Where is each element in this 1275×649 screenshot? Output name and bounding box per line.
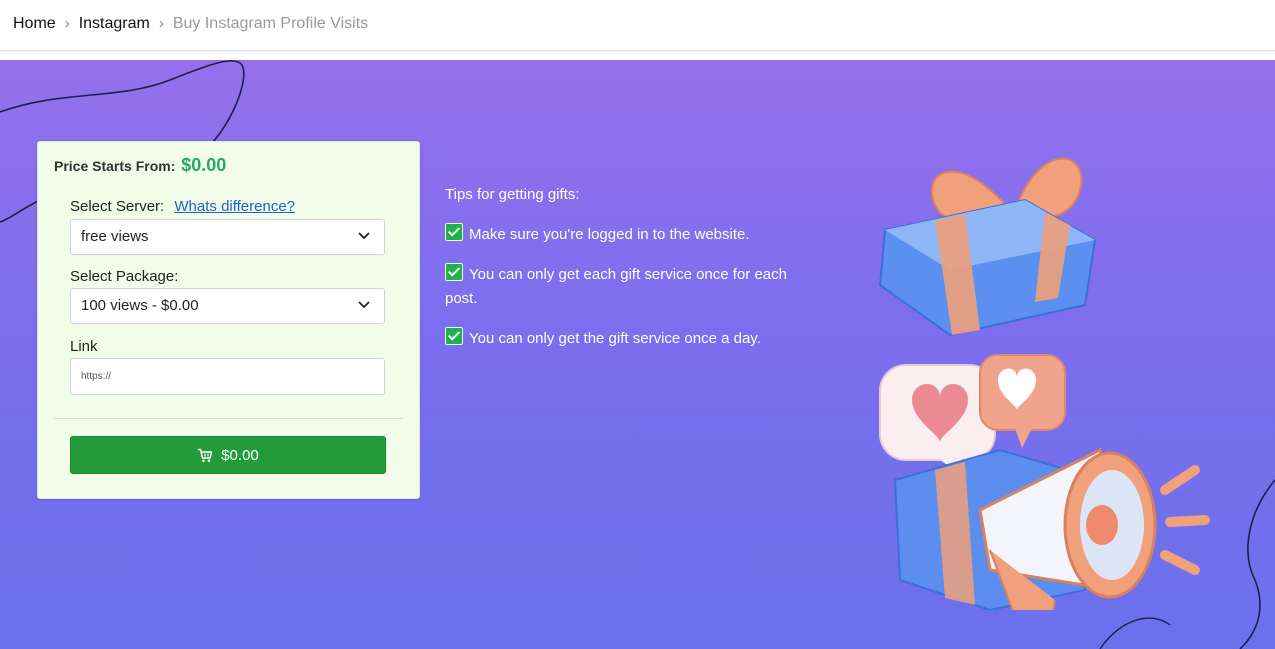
server-select-value: free views [81, 228, 149, 245]
hero-section: Price Starts From: $0.00 Select Server: … [0, 60, 1275, 649]
tip-text: Make sure you're logged in to the websit… [469, 226, 750, 243]
tips-panel: Tips for getting gifts: Make sure you're… [445, 183, 815, 367]
order-form-card: Price Starts From: $0.00 Select Server: … [37, 141, 420, 499]
tip-item: You can only get the gift service once a… [445, 327, 815, 351]
gift-megaphone-illustration [878, 157, 1210, 610]
breadcrumb: Home › Instagram › Buy Instagram Profile… [13, 15, 368, 33]
tip-text: You can only get each gift service once … [445, 266, 787, 307]
server-select[interactable]: free views [70, 219, 385, 255]
chevron-down-icon [358, 232, 370, 240]
package-select[interactable]: 100 views - $0.00 [70, 288, 385, 324]
breadcrumb-current-page: Buy Instagram Profile Visits [172, 15, 369, 32]
tips-title: Tips for getting gifts: [445, 186, 580, 203]
tip-item: You can only get each gift service once … [445, 263, 815, 311]
checkmark-icon [445, 327, 463, 345]
price-row: Price Starts From: $0.00 [54, 155, 226, 176]
server-label: Select Server: [70, 198, 165, 215]
checkmark-icon [445, 223, 463, 241]
breadcrumb-separator-icon: › [64, 14, 70, 32]
package-label: Select Package: [70, 268, 179, 285]
tip-text: You can only get the gift service once a… [469, 330, 761, 347]
breadcrumb-bar: Home › Instagram › Buy Instagram Profile… [0, 0, 1275, 51]
breadcrumb-home-link[interactable]: Home [13, 15, 56, 33]
breadcrumb-instagram-link[interactable]: Instagram [79, 15, 150, 33]
server-label-row: Select Server: Whats difference? [70, 198, 295, 215]
checkmark-icon [445, 263, 463, 281]
tip-item: Make sure you're logged in to the websit… [445, 223, 815, 247]
breadcrumb-separator-icon: › [158, 14, 164, 32]
cart-icon [198, 448, 213, 462]
chevron-down-icon [358, 301, 370, 309]
price-label: Price Starts From: [54, 158, 176, 174]
card-divider [54, 418, 403, 419]
package-select-value: 100 views - $0.00 [81, 297, 199, 314]
link-label: Link [70, 338, 98, 355]
link-input[interactable] [70, 358, 385, 395]
price-value: $0.00 [181, 155, 227, 175]
whats-difference-link[interactable]: Whats difference? [174, 198, 295, 215]
buy-button[interactable]: $0.00 [70, 436, 386, 474]
buy-button-label: $0.00 [221, 446, 259, 464]
